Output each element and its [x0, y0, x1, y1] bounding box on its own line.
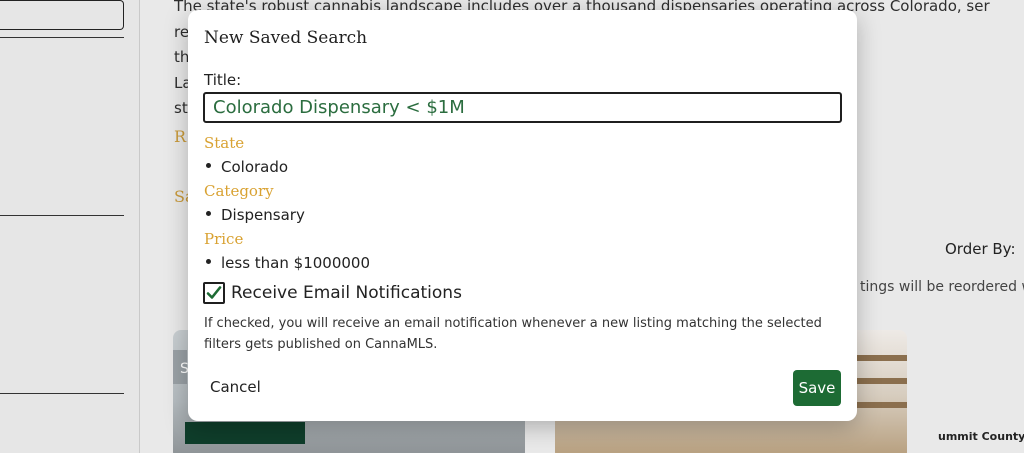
background-heading: R [174, 127, 187, 146]
dialog-title: New Saved Search [204, 28, 368, 48]
filter-value: less than $1000000 [206, 254, 370, 272]
filter-value: Dispensary [206, 206, 305, 224]
saved-search-dialog: New Saved Search Title: State Colorado C… [188, 10, 857, 421]
divider [0, 393, 124, 394]
filter-heading-price: Price [204, 230, 244, 248]
filter-heading-category: Category [204, 182, 274, 200]
email-notifications-label[interactable]: Receive Email Notifications [231, 283, 462, 303]
filter-heading-state: State [204, 134, 245, 152]
reorder-note: tings will be reordered w [860, 279, 1024, 295]
bullet-icon [206, 259, 211, 264]
save-button[interactable]: Save [793, 370, 841, 406]
divider [0, 215, 124, 216]
order-by-label: Order By: [945, 240, 1016, 258]
sidebar-search-box[interactable] [0, 0, 124, 30]
filter-value-text: less than $1000000 [221, 254, 370, 272]
email-notifications-help: If checked, you will receive an email no… [204, 316, 822, 352]
filter-value: Colorado [206, 158, 288, 176]
bullet-icon [206, 163, 211, 168]
title-input[interactable] [203, 92, 842, 123]
card-image-detail [185, 422, 305, 444]
divider [0, 37, 124, 38]
email-notifications-checkbox[interactable] [203, 282, 225, 304]
title-field-label: Title: [204, 71, 242, 89]
bullet-icon [206, 211, 211, 216]
check-icon [206, 286, 222, 299]
listing-card-title: ummit County C [938, 430, 1024, 443]
cancel-button[interactable]: Cancel [202, 374, 269, 400]
email-notifications-row[interactable]: Receive Email Notifications [203, 281, 462, 305]
filter-value-text: Dispensary [221, 206, 305, 224]
left-sidebar [0, 0, 140, 453]
filter-value-text: Colorado [221, 158, 289, 176]
